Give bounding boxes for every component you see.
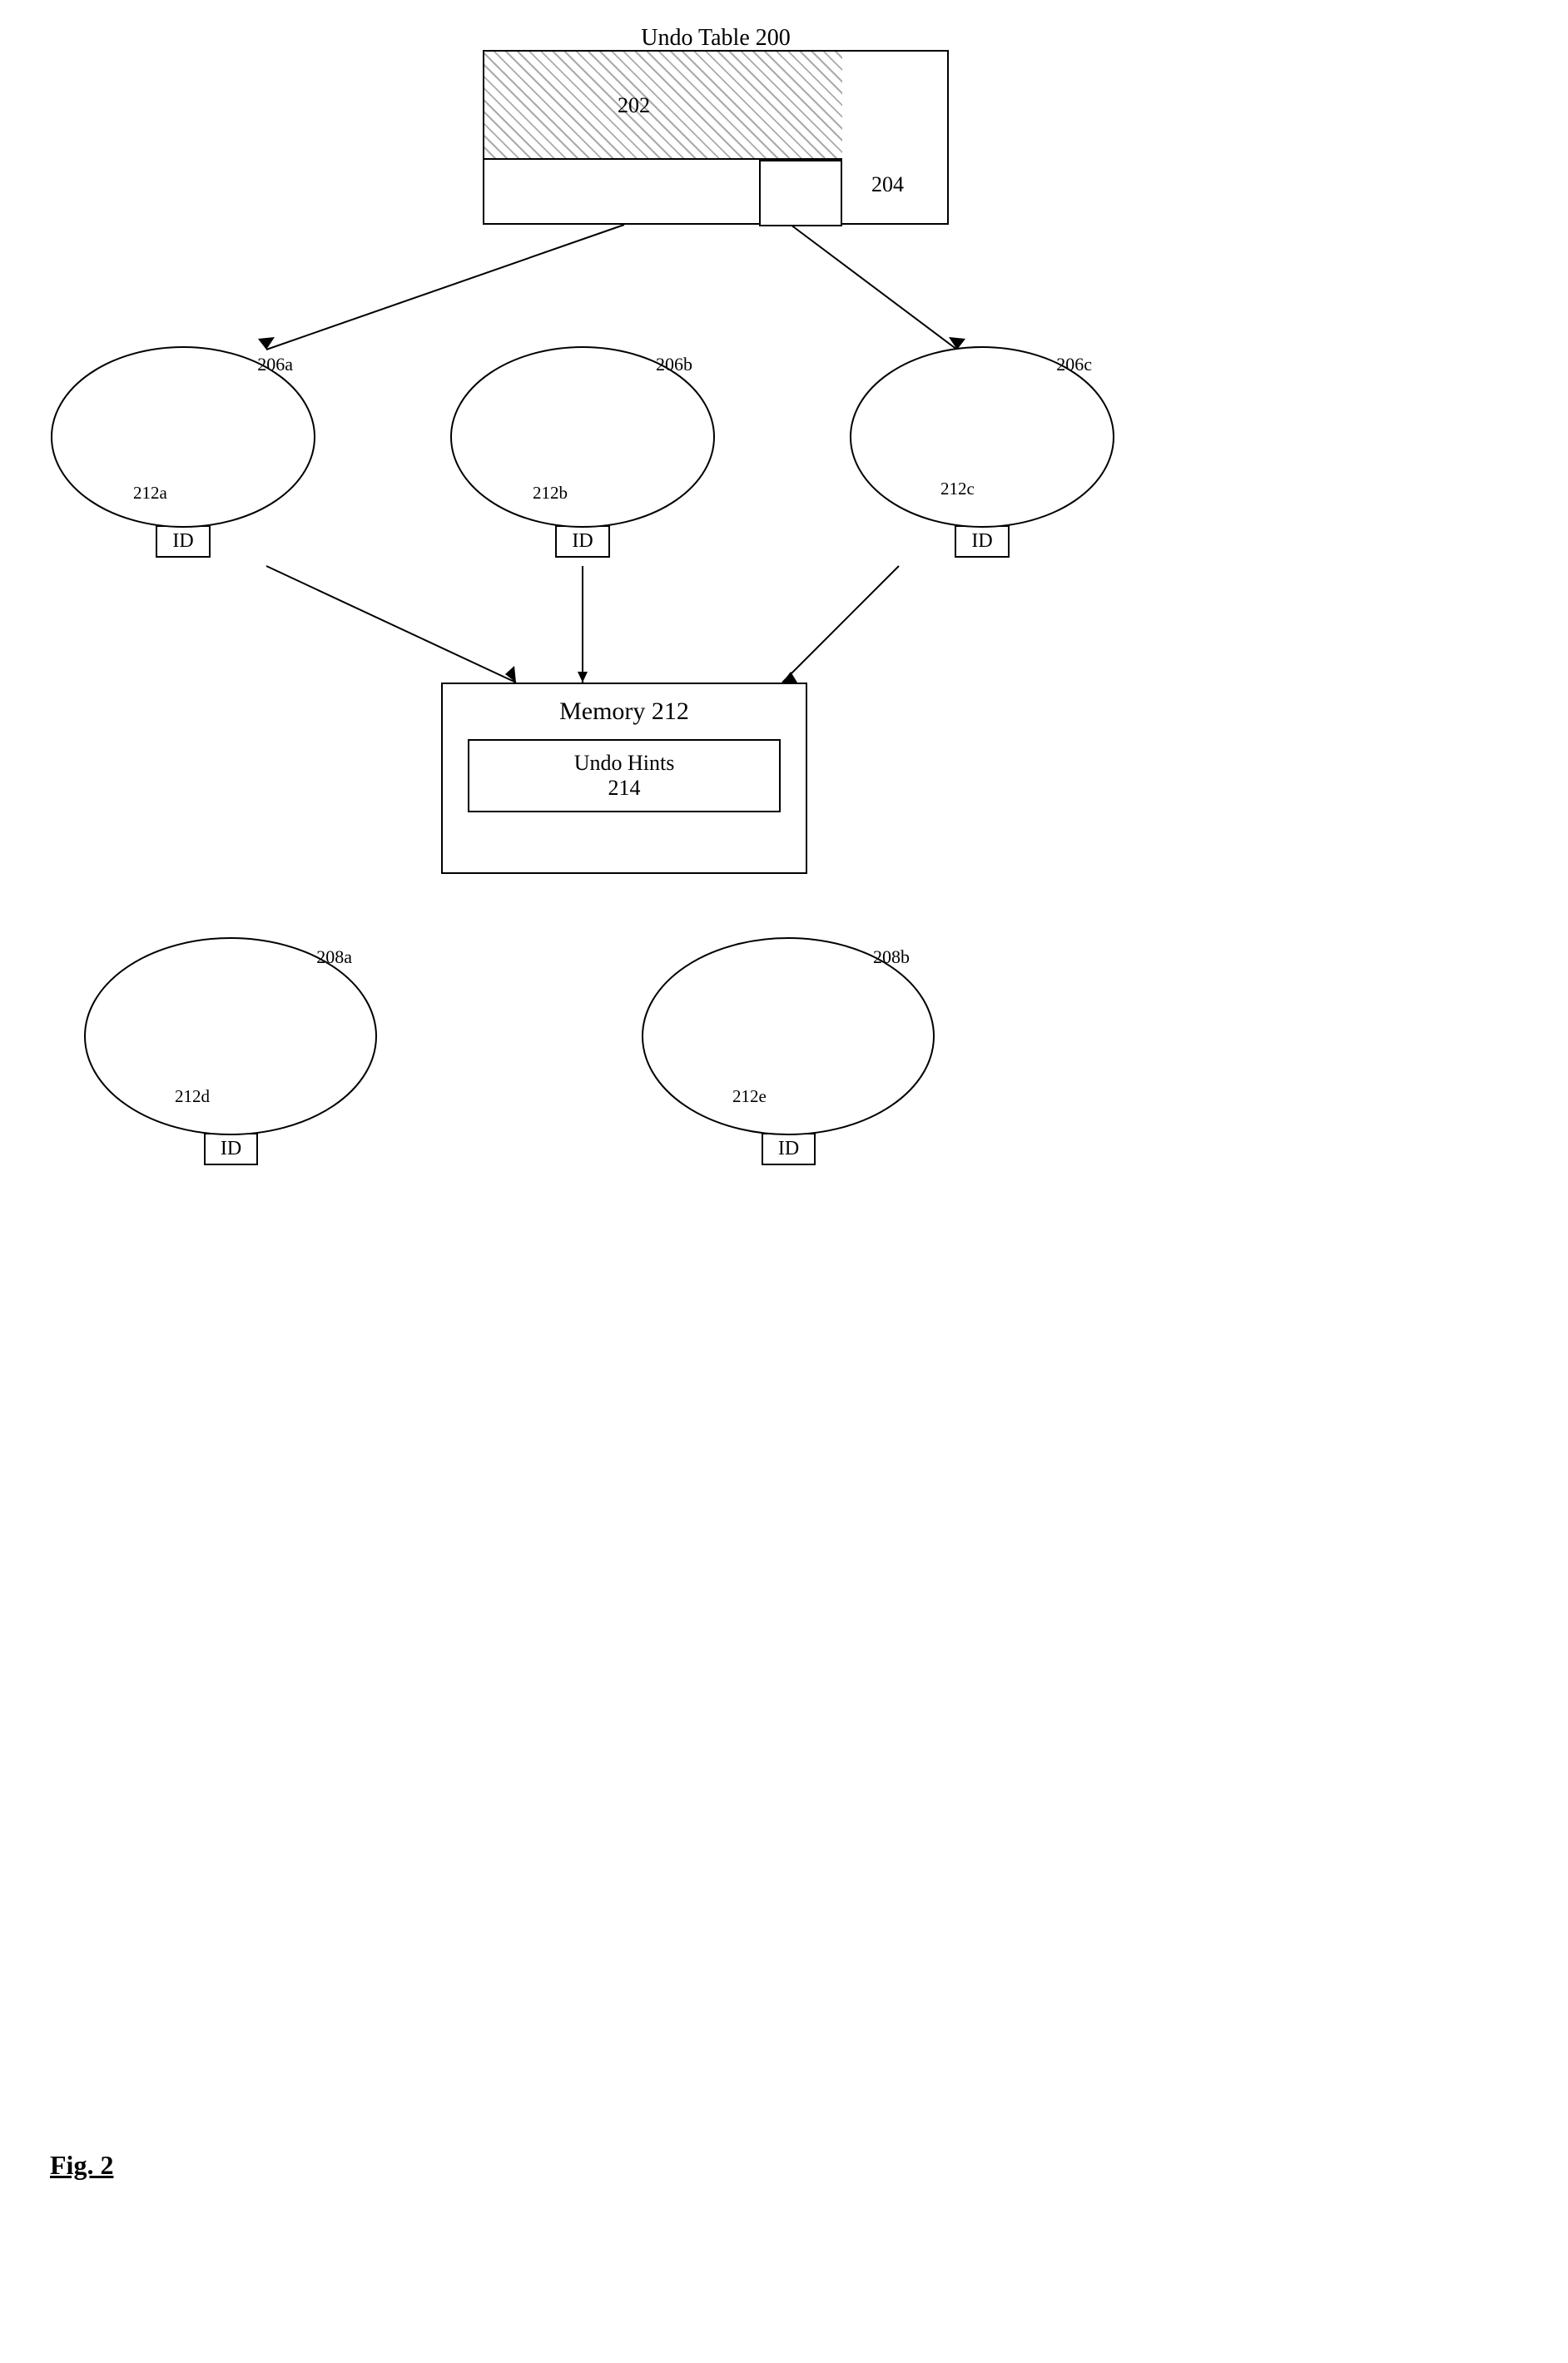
id-box-206b: ID [555,525,609,558]
ellipse-206b: 206b 212b [449,345,716,529]
label-206c: 206c [1056,354,1092,375]
label-212d: 212d [175,1086,210,1107]
label-208b: 208b [873,946,910,968]
label-206a: 206a [257,354,293,375]
hatch-region-202 [484,52,842,160]
label-212a: 212a [133,483,167,504]
notch-204 [759,160,842,226]
undo-hints-box: Undo Hints214 [468,739,781,812]
label-212e: 212e [732,1086,767,1107]
disk-node-206b: 206b 212b ID [449,345,716,558]
label-212c: 212c [940,479,975,499]
id-box-206a: ID [156,525,210,558]
disk-node-206a: 206a 212a ID [50,345,316,558]
label-212b: 212b [533,483,568,504]
ellipse-206a: 206a 212a [50,345,316,529]
id-box-208b: ID [762,1133,816,1165]
disk-node-208a: 208a 212d ID [83,936,379,1165]
label-204: 204 [871,172,904,197]
id-box-208a: ID [204,1133,258,1165]
memory-box: Memory 212 Undo Hints214 [441,683,807,874]
label-206b: 206b [656,354,692,375]
ellipse-206c: 206c 212c [849,345,1115,529]
memory-title: Memory 212 [443,684,806,732]
label-202: 202 [618,93,650,118]
ellipse-208a: 208a 212d [83,936,379,1136]
ellipse-208b: 208b 212e [641,936,936,1136]
id-box-206c: ID [955,525,1009,558]
undo-table-title: Undo Table 200 [641,25,791,52]
disk-node-206c: 206c 212c ID [849,345,1115,558]
diagram-container: Undo Table 200 202 204 206a 212a ID 206b… [0,0,1568,2247]
disk-node-208b: 208b 212e ID [641,936,936,1165]
fig-label: Fig. 2 [50,2150,113,2181]
undo-table: Undo Table 200 202 204 [483,50,949,225]
label-208a: 208a [316,946,352,968]
